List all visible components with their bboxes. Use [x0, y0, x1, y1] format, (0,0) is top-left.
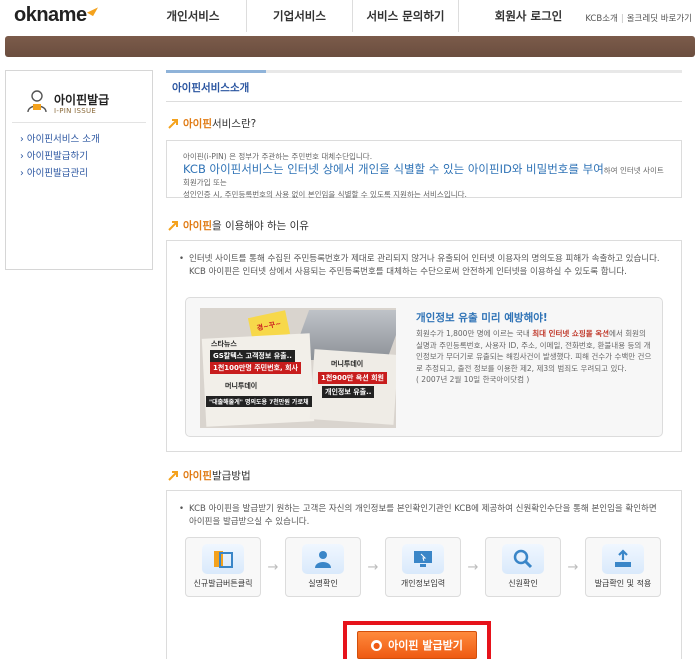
- step-personal-info: 개인정보입력: [385, 537, 461, 597]
- news-headline-11m: 1천100만명 주민번호, 회사: [210, 362, 301, 374]
- section1-line3: 성인인증 시, 주민등록번호의 사용 없이 본인임을 식별할 수 있도록 지원하…: [183, 190, 467, 199]
- tab-inactive-line: [266, 70, 682, 73]
- leak-text-source: ( 2007년 2월 10일 한국아이닷컴 ): [416, 375, 530, 384]
- nav-business-service[interactable]: 기업서비스: [246, 0, 352, 32]
- section-issue-method-box: KCB 아이핀을 발급받기 원하는 고객은 자신의 개인정보를 본인확인기관인 …: [166, 490, 682, 659]
- main-content: 아이핀서비스소개 아이핀 서비스란? 아이핀(i-PIN) 은 정부가 주관하는…: [166, 70, 682, 659]
- news-headline-auction: 1천900만 옥션 회원: [318, 372, 387, 384]
- main-nav: 개인서비스 기업서비스 서비스 문의하기 회원사 로그인: [140, 0, 598, 32]
- leak-text-a: 회원수가 1,800만 명에 이르는 국내: [416, 329, 533, 338]
- issue-steps: 신규발급버튼클릭 → 실명확인 → 개인정보입력 → 신원확인 → 발급확인 및…: [185, 537, 665, 597]
- step-label-3: 개인정보입력: [400, 579, 446, 588]
- news-headline-leak: 개인정보 유출..: [322, 386, 375, 398]
- section1-title-rest: 서비스란?: [211, 118, 257, 130]
- util-separator: |: [620, 14, 624, 24]
- tab-ipin-service-intro[interactable]: 아이핀서비스소개: [172, 80, 249, 95]
- okname-logo[interactable]: okname: [14, 3, 98, 27]
- section3-title-rest: 발급방법: [211, 470, 251, 482]
- sidebar-item-ipin-manage[interactable]: 아이핀발급관리: [20, 165, 152, 182]
- sidebar-header: 아이핀발급 I-PIN ISSUE: [12, 71, 146, 123]
- step-arrow-icon: →: [567, 559, 579, 575]
- leak-prevention-box: 경~꾸~ 스타뉴스 GS칼텍스 고객정보 유출.. 1천100만명 주민번호, …: [185, 297, 663, 437]
- step-label-2: 실명확인: [308, 579, 338, 588]
- section-arrow-icon: [168, 220, 178, 231]
- section-issue-method-title: 아이핀 발급방법: [168, 468, 251, 483]
- section-arrow-icon: [168, 470, 178, 481]
- news-headline-gs: GS칼텍스 고객정보 유출..: [210, 350, 295, 362]
- nav-member-login[interactable]: 회원사 로그인: [458, 0, 598, 32]
- step-arrow-icon: →: [467, 559, 479, 575]
- step-new-issue: 신규발급버튼클릭: [185, 537, 261, 597]
- section2-text: 인터넷 사이트를 통해 수집된 주민등록번호가 제대로 관리되지 않거나 유출되…: [167, 241, 681, 285]
- section-why-ipin-title: 아이핀 을 이용해야 하는 이유: [168, 218, 309, 233]
- sidebar-title: 아이핀발급: [54, 93, 110, 107]
- leak-text-emphasis: 최대 인터넷 쇼핑몰 옥션: [532, 329, 610, 338]
- person-id-icon: [27, 90, 47, 113]
- step-label-4: 신원확인: [508, 579, 538, 588]
- sidebar-subtitle: I-PIN ISSUE: [54, 107, 97, 115]
- sidebar: 아이핀발급 I-PIN ISSUE 아이핀서비스 소개 아이핀발급하기 아이핀발…: [5, 70, 153, 270]
- upload-tray-icon: [602, 544, 644, 574]
- logo-text: okname: [14, 4, 87, 26]
- sidebar-item-ipin-intro[interactable]: 아이핀서비스 소개: [20, 131, 152, 148]
- section-arrow-icon: [168, 118, 178, 129]
- magnifier-icon: [502, 544, 544, 574]
- step-realname-check: 실명확인: [285, 537, 361, 597]
- section3-title-highlight: 아이핀: [183, 470, 212, 482]
- step-arrow-icon: →: [367, 559, 379, 575]
- util-allcredit-link[interactable]: 올크레딧 바로가기: [627, 14, 692, 24]
- tab-bar: 아이핀서비스소개: [166, 70, 682, 102]
- tab-active-line: [166, 70, 266, 73]
- issue-button-highlight: ● 아이핀 발급받기: [343, 621, 491, 659]
- step-label-5: 발급확인 및 적용: [594, 579, 652, 588]
- site-header: okname 개인서비스 기업서비스 서비스 문의하기 회원사 로그인 KCB소…: [0, 0, 700, 32]
- ipin-issue-button-label: 아이핀 발급받기: [388, 639, 463, 652]
- step-label-1: 신규발급버튼클릭: [193, 579, 253, 588]
- util-kcb-intro[interactable]: KCB소개: [585, 14, 618, 24]
- leak-prevention-title: 개인정보 유출 미리 예방해야!: [416, 312, 548, 324]
- news-source-star: 스타뉴스: [211, 340, 237, 348]
- ipin-issue-button[interactable]: ● 아이핀 발급받기: [357, 631, 477, 659]
- nav-service-inquiry[interactable]: 서비스 문의하기: [352, 0, 458, 32]
- header-banner-bar: [5, 36, 695, 57]
- section-what-is-ipin-title: 아이핀 서비스란?: [168, 116, 256, 131]
- news-source-mt2: 머니투데이: [331, 360, 364, 368]
- section1-highlight: KCB 아이핀서비스는 인터넷 상에서 개인을 식별할 수 있는 아이핀ID와 …: [183, 162, 604, 176]
- person-circle-icon: ●: [371, 639, 383, 651]
- section1-text: 아이핀(i-PIN) 은 정부가 주관하는 주민번호 대체수단입니다. KCB …: [167, 141, 681, 211]
- sidebar-item-ipin-issue[interactable]: 아이핀발급하기: [20, 148, 152, 165]
- news-headline-loan: "대출해줄게" 명의도용 7천만원 가로채: [206, 396, 312, 407]
- leak-prevention-text: 회원수가 1,800만 명에 이르는 국내 최대 인터넷 쇼핑몰 옥션에서 회원…: [416, 328, 652, 386]
- util-links: KCB소개 | 올크레딧 바로가기: [585, 12, 692, 24]
- user-group-icon: [302, 544, 344, 574]
- step-arrow-icon: →: [267, 559, 279, 575]
- step-issue-confirm: 발급확인 및 적용: [585, 537, 661, 597]
- logo-arrow-icon: [86, 3, 98, 17]
- news-source-mt1: 머니투데이: [225, 382, 258, 390]
- step-identity-check: 신원확인: [485, 537, 561, 597]
- monitor-icon: [402, 544, 444, 574]
- section-what-is-ipin-box: 아이핀(i-PIN) 은 정부가 주관하는 주민번호 대체수단입니다. KCB …: [166, 140, 682, 199]
- section1-title-highlight: 아이핀: [183, 118, 212, 130]
- new-issue-icon: [202, 544, 244, 574]
- sidebar-menu: 아이핀서비스 소개 아이핀발급하기 아이핀발급관리: [6, 123, 152, 182]
- section-why-ipin-box: 인터넷 사이트를 통해 수집된 주민등록번호가 제대로 관리되지 않거나 유출되…: [166, 240, 682, 452]
- news-clipping-image: 경~꾸~ 스타뉴스 GS칼텍스 고객정보 유출.. 1천100만명 주민번호, …: [200, 308, 396, 428]
- section2-title-rest: 을 이용해야 하는 이유: [211, 220, 309, 232]
- nav-personal-service[interactable]: 개인서비스: [140, 0, 246, 32]
- section3-text: KCB 아이핀을 발급받기 원하는 고객은 자신의 개인정보를 본인확인기관인 …: [167, 491, 681, 535]
- section2-title-highlight: 아이핀: [183, 220, 212, 232]
